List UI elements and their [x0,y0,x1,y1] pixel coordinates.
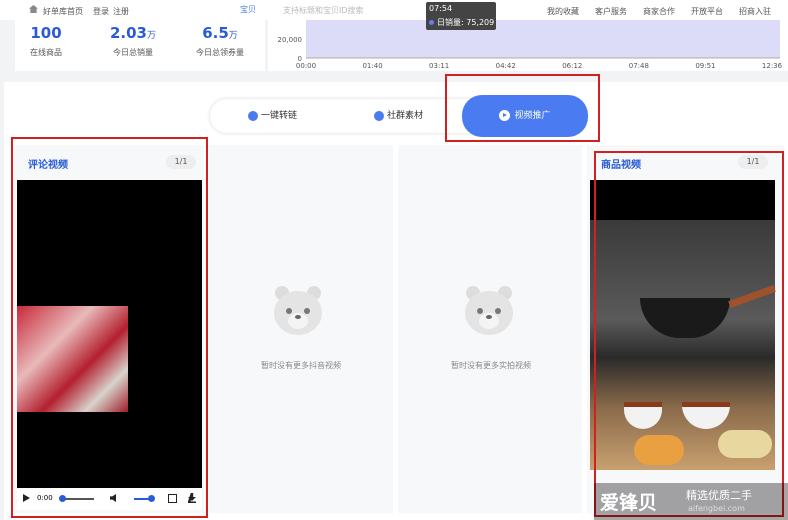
x-tick-label: 03:11 [429,62,449,70]
x-tick-label: 00:00 [296,62,316,70]
watermark-slogan: 精选优质二手 [686,489,752,502]
stat-online-value: 100 [30,24,62,42]
x-tick-label: 01:40 [362,62,382,70]
tooltip-dot-icon [429,20,434,25]
highlight-review-video [11,137,208,518]
register-link[interactable]: 注册 [113,6,129,17]
tab-community-material[interactable]: 社群素材 [374,99,423,133]
search-tab[interactable]: 宝贝 [240,4,256,15]
y-tick-label: 20,000 [278,36,303,44]
empty-shot-text: 暂时没有更多实拍视频 [451,361,531,370]
stat-sales-value: 2.03万 [109,24,157,42]
merchant-link[interactable]: 商家合作 [643,6,675,17]
chart-svg: 00:00 01:40 03:11 04:42 06:12 07:48 09:51 12:36… [278,20,783,70]
y-tick-label: 0 [298,55,302,63]
favorites-link[interactable]: 我的收藏 [547,6,579,17]
open-platform-link[interactable]: 开放平台 [691,6,723,17]
stat-coupon-value: 6.5万 [202,24,238,42]
join-link[interactable]: 招商入驻 [739,6,771,17]
home-icon[interactable] [29,5,38,13]
x-tick-label: 09:51 [695,62,715,70]
empty-bear-icon-2 [461,283,517,339]
chart-area [306,20,780,58]
stats-panel: 100 在线商品 2.03万 今日总销量 6.5万 今日总领券量 [15,20,265,71]
x-tick-label: 04:42 [496,62,516,70]
stat-coupon-label: 今日总领券量 [196,48,244,57]
chart-tooltip: 07:54 日销量: 75,209 [426,2,496,30]
search-input[interactable]: 支持标题和宝贝ID搜索 [283,5,364,16]
stat-online-label: 在线商品 [30,48,62,57]
service-link[interactable]: 客户服务 [595,6,627,17]
empty-douyin-text: 暂时没有更多抖音视频 [261,361,341,370]
tooltip-value: 日销量: 75,209 [437,18,495,27]
tab-link-convert[interactable]: 一键转链 [248,99,297,133]
top-nav: 好单库首页 登录 注册 宝贝 支持标题和宝贝ID搜索 我的收藏 客户服务 商家合… [0,0,788,20]
sales-chart: 00:00 01:40 03:11 04:42 06:12 07:48 09:51 12:36… [268,20,788,71]
community-icon [374,110,384,121]
highlight-video-tab [445,74,600,142]
login-link[interactable]: 登录 [93,6,109,17]
watermark-brand: 爱锋贝 [600,492,658,514]
watermark: 爱锋贝 精选优质二手 aifengbei.com [594,483,788,520]
tooltip-time: 07:54 [429,4,453,13]
link-icon [248,110,258,121]
home-link[interactable]: 好单库首页 [43,6,83,17]
stat-sales-label: 今日总销量 [113,48,153,57]
watermark-url: aifengbei.com [688,504,745,513]
x-tick-label: 06:12 [562,62,582,70]
empty-bear-icon [270,283,326,339]
x-tick-label: 07:48 [629,62,649,70]
highlight-product-video [594,151,784,517]
x-tick-label: 12:36 [762,62,783,70]
